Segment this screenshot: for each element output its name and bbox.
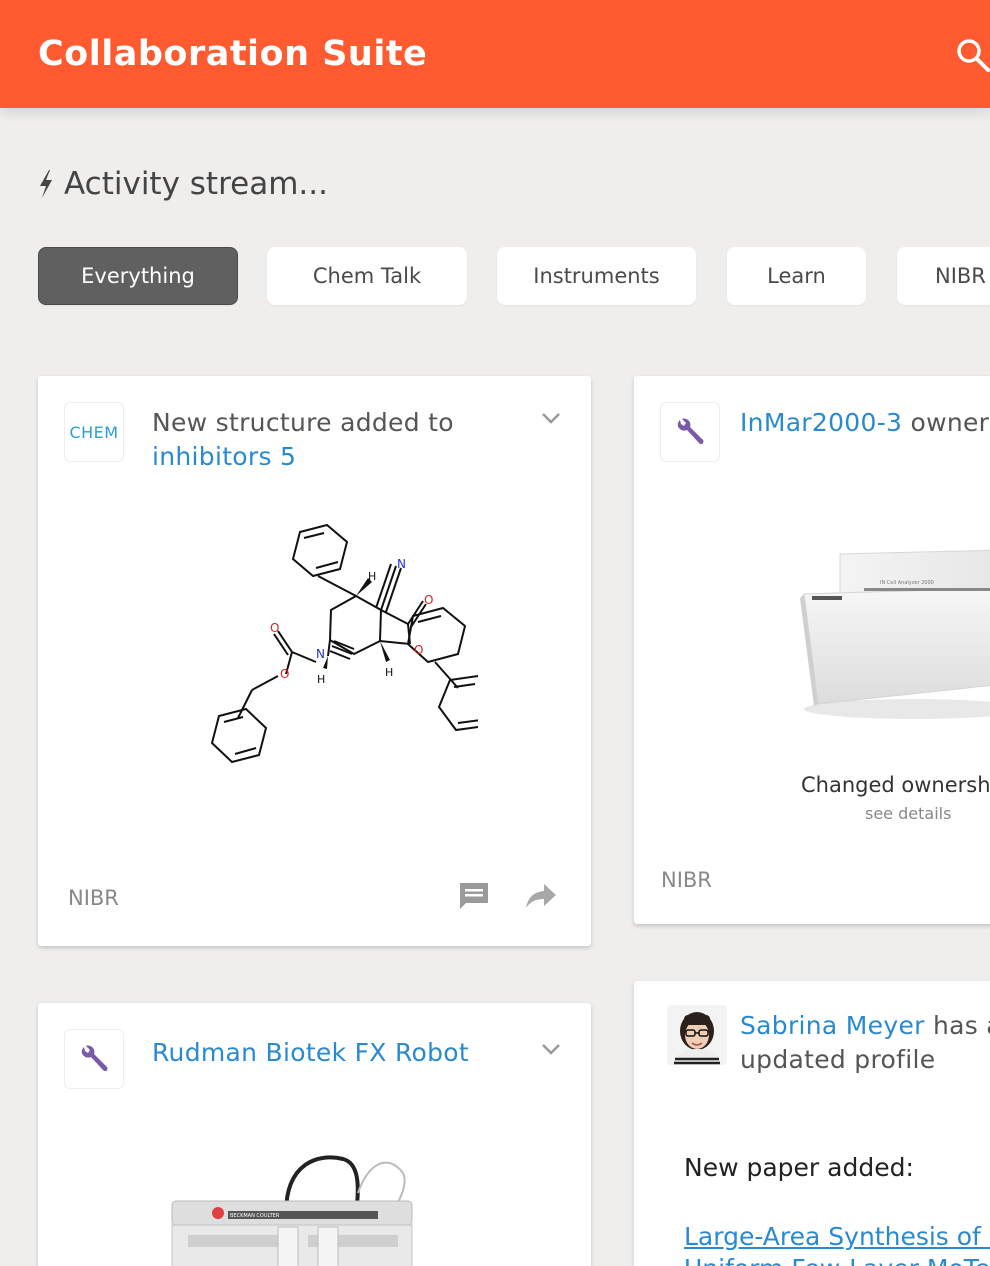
search-button[interactable] [952, 34, 990, 74]
inhibitors-link[interactable]: inhibitors 5 [152, 442, 296, 471]
activity-stream-heading: Activity stream... [36, 166, 328, 202]
atom-label-h1: H [368, 570, 376, 583]
activity-card-structure[interactable]: CHEM New structure added to inhibitors 5 [38, 376, 591, 946]
instrument-caption: Changed ownersh [801, 773, 990, 797]
activity-card-instrument[interactable]: InMar2000-3 owner change IN Cell Analyze… [634, 376, 990, 924]
share-icon[interactable] [524, 882, 558, 910]
card-profile-text: Sabrina Meyer has a updated profile [740, 1009, 990, 1077]
activity-stream-title: Activity stream... [64, 166, 328, 202]
wrench-icon [81, 1045, 108, 1072]
robot-link[interactable]: Rudman Biotek FX Robot [152, 1038, 469, 1067]
atom-label-o1: O [424, 593, 433, 607]
filter-chip-learn[interactable]: Learn [727, 247, 866, 305]
card-profile-text-suffix: has a [932, 1011, 990, 1040]
card-profile-text-line2: updated profile [740, 1045, 936, 1074]
atom-label-n2: N [316, 647, 325, 661]
atom-label-o3: O [270, 621, 279, 635]
lightning-icon [40, 170, 52, 198]
filter-chip-nibr[interactable]: NIBR [897, 247, 990, 305]
robot-brand-label: BECKMAN COULTER [230, 1213, 280, 1219]
paper-link-line1[interactable]: Large-Area Synthesis of H [684, 1222, 990, 1251]
user-avatar-image [667, 1005, 727, 1065]
filter-chip-everything[interactable]: Everything [38, 247, 238, 305]
app-header: Collaboration Suite [0, 0, 990, 108]
chem-badge-label: CHEM [69, 422, 119, 442]
card-instrument-text: InMar2000-3 owner change [740, 406, 990, 440]
card-robot-text: Rudman Biotek FX Robot [152, 1036, 469, 1070]
atom-label-o2: O [414, 643, 423, 657]
instrument-image: IN Cell Analyzer 2000 [800, 549, 990, 719]
activity-card-robot[interactable]: Rudman Biotek FX Robot BECKMAN COULTER [38, 1003, 591, 1266]
comment-icon[interactable] [458, 881, 490, 911]
instrument-device-label: IN Cell Analyzer 2000 [880, 580, 934, 586]
filter-chip-chem-talk[interactable]: Chem Talk [267, 247, 467, 305]
app-title: Collaboration Suite [38, 34, 428, 74]
card-structure-text: New structure added to inhibitors 5 [152, 406, 532, 474]
paper-link[interactable]: Large-Area Synthesis of H Uniform Few-La… [684, 1221, 990, 1266]
new-paper-heading: New paper added: [684, 1153, 914, 1182]
chevron-down-icon[interactable] [539, 410, 563, 426]
atom-label-h3: H [317, 673, 325, 686]
instrument-badge [660, 402, 720, 462]
atom-label-o4: O [280, 667, 289, 681]
chemical-structure-image: N O O N O O H H H [210, 523, 478, 764]
filter-chip-instruments[interactable]: Instruments [497, 247, 696, 305]
search-icon [957, 39, 990, 72]
paper-link-line2[interactable]: Uniform Few-Layer MoTe [684, 1254, 990, 1266]
card-structure-text-prefix: New structure added to [152, 408, 454, 437]
atom-label-n1: N [397, 557, 406, 571]
instrument-link[interactable]: InMar2000-3 [740, 408, 902, 437]
card-instrument-text-suffix: owner change [910, 408, 990, 437]
card-structure-source: NIBR [68, 886, 119, 910]
chevron-down-icon[interactable] [539, 1041, 563, 1057]
instrument-see-details[interactable]: see details [865, 804, 951, 823]
robot-badge [64, 1029, 124, 1089]
activity-card-profile[interactable]: Sabrina Meyer has a updated profile New … [634, 981, 990, 1266]
user-link[interactable]: Sabrina Meyer [740, 1011, 925, 1040]
wrench-icon [677, 418, 704, 445]
card-instrument-source: NIBR [661, 868, 712, 892]
robot-image: BECKMAN COULTER [171, 1155, 413, 1266]
atom-label-h2: H [385, 666, 393, 679]
chem-badge: CHEM [64, 402, 124, 462]
avatar[interactable] [667, 1005, 727, 1065]
